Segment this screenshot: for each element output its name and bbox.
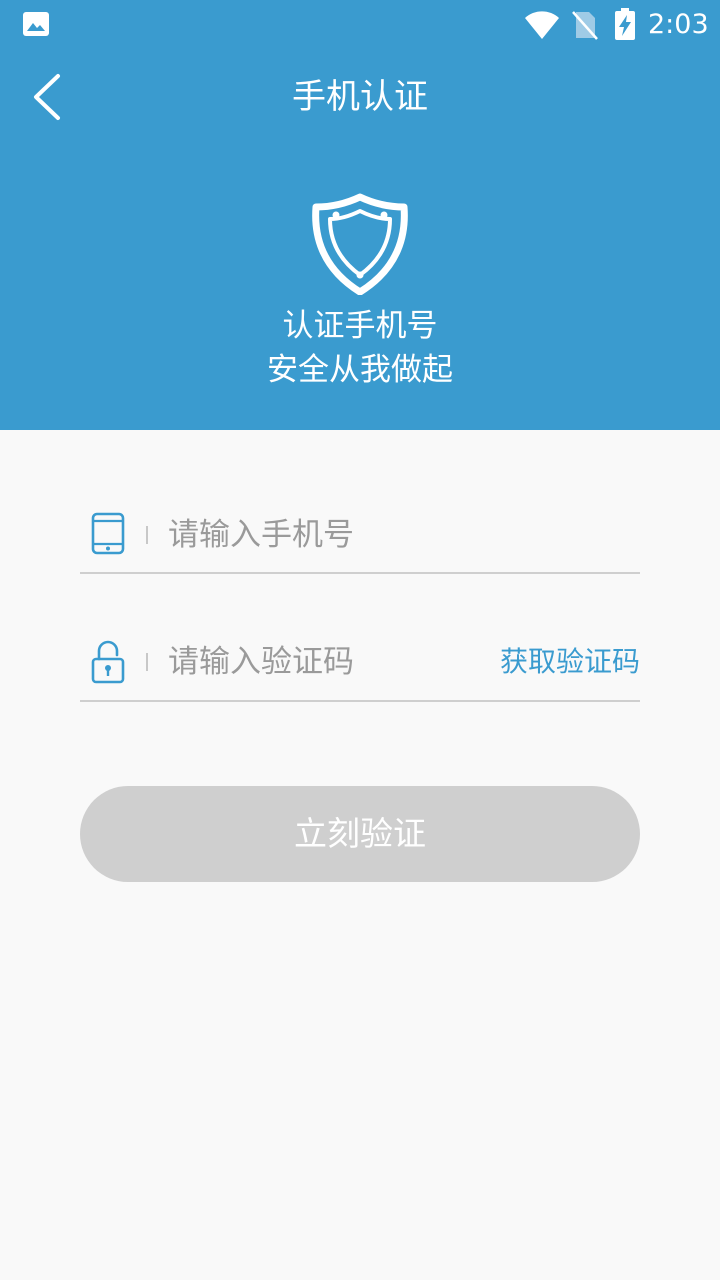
code-separator xyxy=(146,653,148,671)
page-title: 手机认证 xyxy=(292,77,428,117)
phone-input[interactable]: 请输入手机号 xyxy=(168,513,354,557)
get-code-button[interactable]: 获取验证码 xyxy=(500,642,640,682)
status-time: 2:03 xyxy=(648,9,709,40)
header: 2:03 手机认证 认证手机号 安全从我做起 xyxy=(0,0,720,430)
verify-now-button[interactable]: 立刻验证 xyxy=(80,786,640,882)
slogan-line-2: 安全从我做起 xyxy=(267,352,453,388)
phone-separator xyxy=(146,526,148,544)
lock-icon xyxy=(91,640,125,684)
battery-charging-icon xyxy=(615,8,635,40)
gallery-icon xyxy=(23,12,49,36)
status-bar: 2:03 xyxy=(0,0,720,50)
code-input[interactable]: 请输入验证码 xyxy=(168,640,354,684)
phone-underline xyxy=(80,572,640,574)
slogan-line-1: 认证手机号 xyxy=(282,308,438,344)
wifi-icon xyxy=(525,11,559,39)
shield-icon xyxy=(312,193,408,295)
no-sim-icon xyxy=(572,11,598,40)
phone-icon xyxy=(91,512,125,555)
code-underline xyxy=(80,700,640,702)
